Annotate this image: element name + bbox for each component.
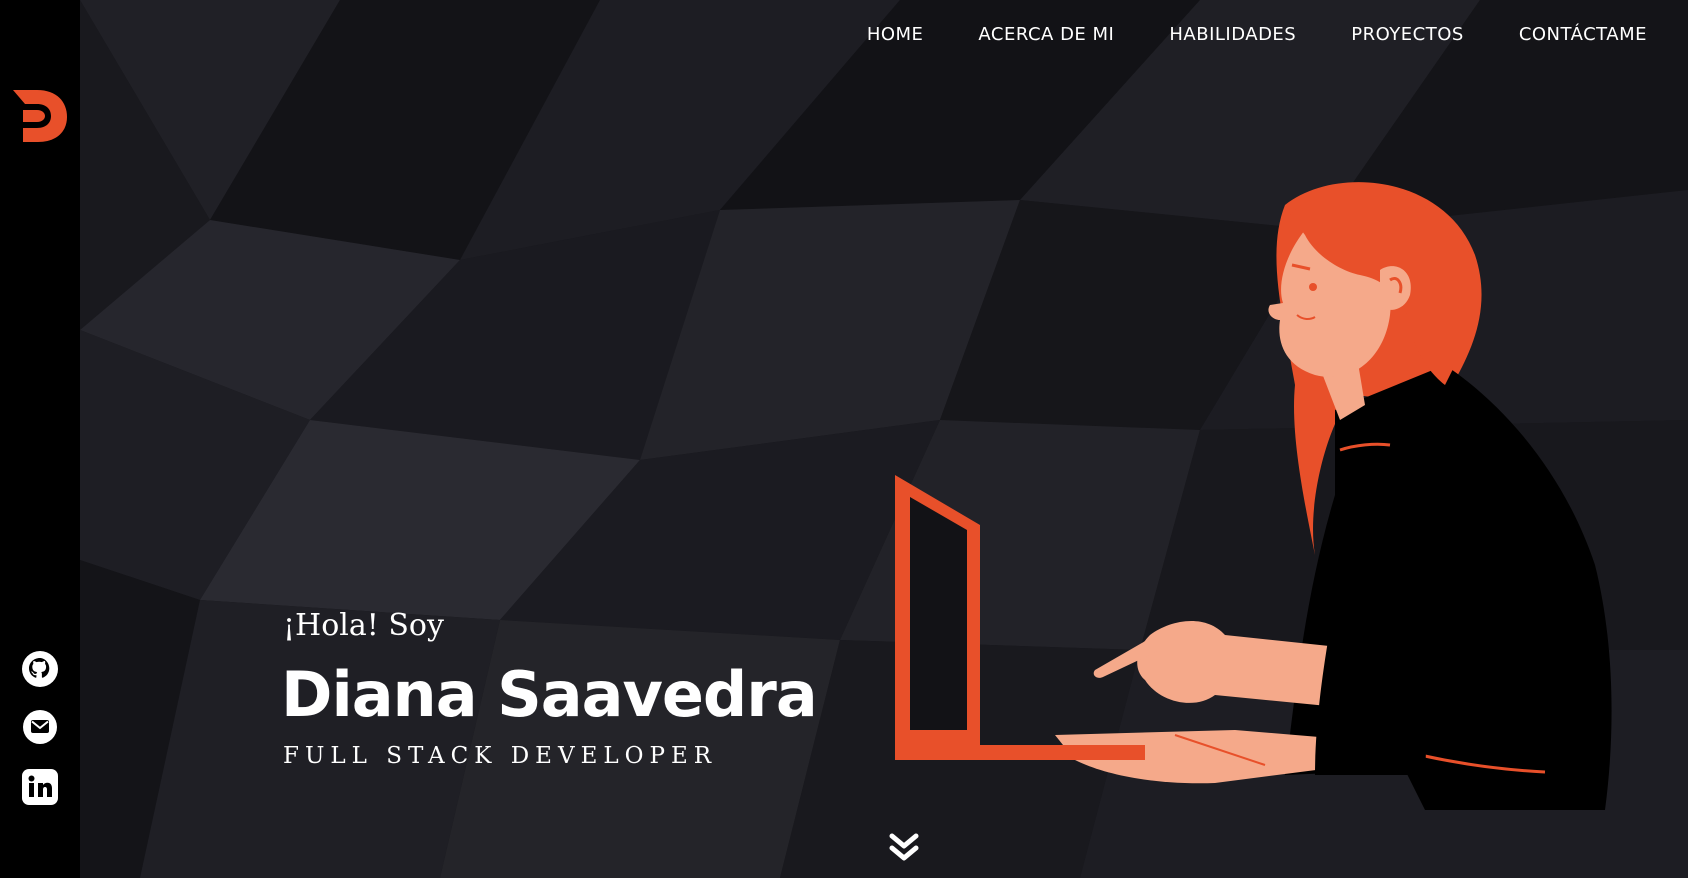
logo-d-icon[interactable] — [11, 88, 69, 144]
nav-about[interactable]: ACERCA DE MI — [978, 22, 1114, 48]
developer-illustration — [895, 182, 1612, 810]
mail-icon[interactable] — [20, 707, 60, 747]
nav-projects[interactable]: PROYECTOS — [1351, 22, 1464, 48]
hero-section: HOME ACERCA DE MI HABILIDADES PROYECTOS … — [80, 0, 1688, 878]
nav-home[interactable]: HOME — [867, 22, 924, 48]
main-nav: HOME ACERCA DE MI HABILIDADES PROYECTOS … — [867, 22, 1647, 48]
nav-skills[interactable]: HABILIDADES — [1169, 22, 1296, 48]
github-icon[interactable] — [20, 649, 60, 689]
hero-role: FULL STACK DEVELOPER — [283, 743, 718, 769]
hero-name: Diana Saavedra — [281, 658, 818, 731]
sidebar — [0, 0, 80, 878]
scroll-down-icon[interactable] — [886, 832, 922, 864]
nav-contact[interactable]: CONTÁCTAME — [1519, 22, 1647, 48]
hero-greeting: ¡Hola! Soy — [283, 608, 444, 643]
linkedin-icon[interactable] — [20, 767, 60, 807]
